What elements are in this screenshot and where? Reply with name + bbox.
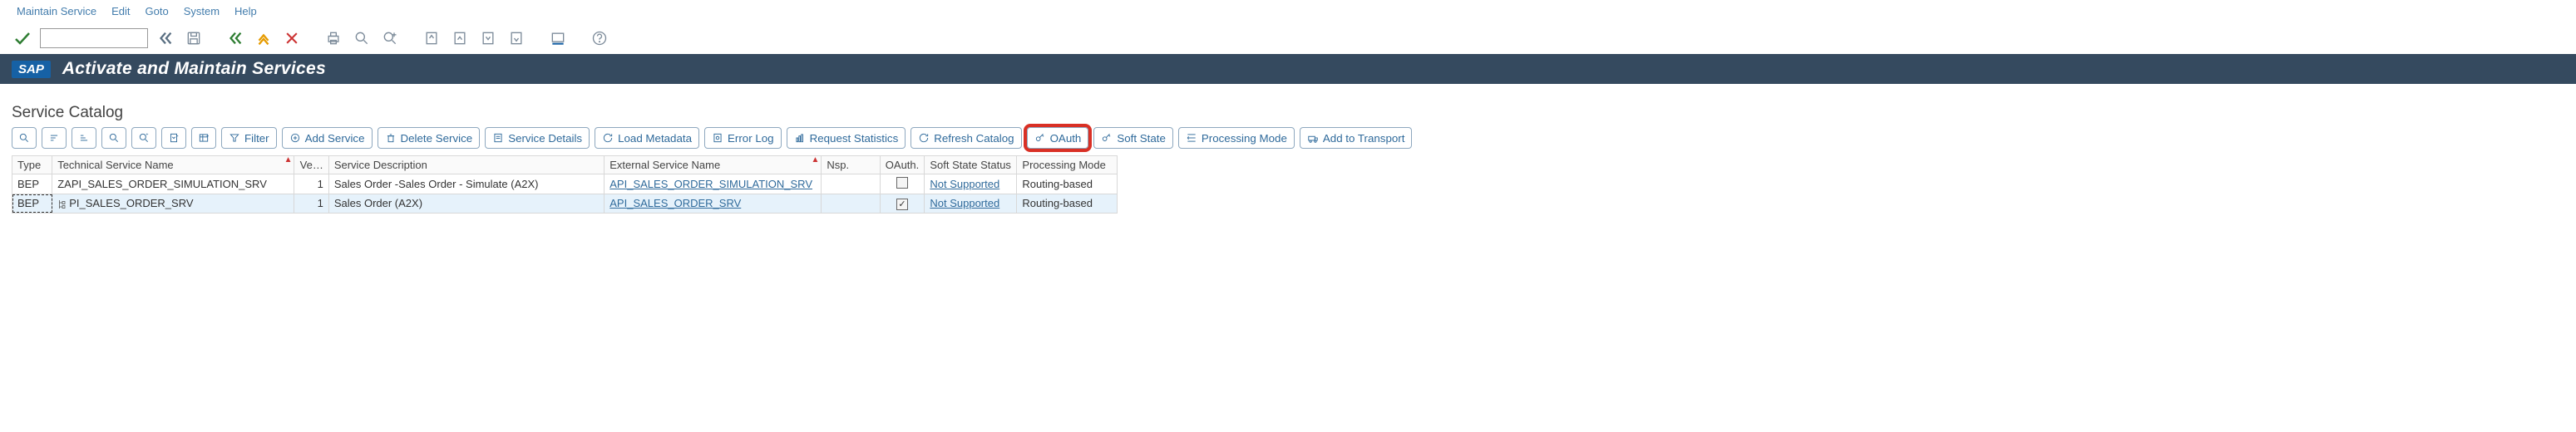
command-input[interactable] — [40, 28, 148, 48]
menu-edit[interactable]: Edit — [111, 5, 130, 17]
menu-maintain-service[interactable]: Maintain Service — [17, 5, 96, 17]
find-next-icon[interactable] — [379, 27, 401, 49]
cell-namespace — [822, 194, 880, 214]
col-oauth[interactable]: OAuth. — [880, 156, 925, 174]
col-soft-state[interactable]: Soft State Status — [925, 156, 1017, 174]
col-namespace[interactable]: Nsp. — [822, 156, 880, 174]
new-session-icon[interactable] — [547, 27, 569, 49]
cancel-icon[interactable] — [281, 27, 303, 49]
section-title: Service Catalog — [12, 104, 2564, 122]
cell-oauth — [880, 174, 925, 194]
cell-version: 1 — [294, 194, 328, 214]
exit-up-icon[interactable] — [253, 27, 274, 49]
next-page-icon[interactable] — [477, 27, 499, 49]
menu-system[interactable]: System — [184, 5, 220, 17]
title-bar: SAP Activate and Maintain Services — [0, 54, 2576, 84]
save-icon[interactable] — [183, 27, 205, 49]
oauth-button[interactable]: OAuth — [1027, 127, 1089, 149]
action-bar: + Filter Add Service Delete Service Serv… — [12, 127, 2564, 149]
delete-service-button[interactable]: Delete Service — [378, 127, 481, 149]
find-next-button[interactable]: + — [131, 127, 156, 149]
col-type[interactable]: Type — [12, 156, 52, 174]
col-tech-name[interactable]: Technical Service Name▲ — [52, 156, 294, 174]
cell-processing-mode: Routing-based — [1017, 194, 1118, 214]
cell-type: BEP — [12, 174, 52, 194]
cell-namespace — [822, 174, 880, 194]
processing-mode-button[interactable]: Processing Mode — [1178, 127, 1295, 149]
col-processing-mode[interactable]: Processing Mode — [1017, 156, 1118, 174]
page-title: Activate and Maintain Services — [62, 59, 326, 79]
add-to-transport-button[interactable]: Add to Transport — [1300, 127, 1413, 149]
menu-bar: Maintain Service Edit Goto System Help — [0, 0, 2576, 22]
cell-tech-name: ZAPI_SALES_ORDER_SIMULATION_SRV — [52, 174, 294, 194]
find-icon[interactable] — [351, 27, 373, 49]
sort-asc-button[interactable] — [42, 127, 67, 149]
menu-help[interactable]: Help — [234, 5, 257, 17]
help-icon[interactable] — [589, 27, 610, 49]
soft-state-link[interactable]: Not Supported — [930, 197, 999, 209]
details-icon-button[interactable] — [12, 127, 37, 149]
export-button[interactable] — [161, 127, 186, 149]
cell-external-name: API_SALES_ORDER_SIMULATION_SRV — [605, 174, 822, 194]
first-page-icon[interactable] — [421, 27, 442, 49]
cell-oauth — [880, 194, 925, 214]
cell-external-name: API_SALES_ORDER_SRV — [605, 194, 822, 214]
external-name-link[interactable]: API_SALES_ORDER_SRV — [609, 197, 741, 209]
table-row[interactable]: BEPZAPI_SALES_ORDER_SIMULATION_SRV1Sales… — [12, 174, 1118, 194]
external-name-link[interactable]: API_SALES_ORDER_SIMULATION_SRV — [609, 178, 812, 190]
soft-state-button[interactable]: Soft State — [1093, 127, 1173, 149]
request-statistics-button[interactable]: Request Statistics — [787, 127, 906, 149]
service-table: Type Technical Service Name▲ Ve… Service… — [12, 155, 1118, 214]
sort-desc-button[interactable] — [72, 127, 96, 149]
filter-button[interactable]: Filter — [221, 127, 277, 149]
cell-description: Sales Order -Sales Order - Simulate (A2X… — [328, 174, 604, 194]
col-version[interactable]: Ve… — [294, 156, 328, 174]
error-log-button[interactable]: Error Log — [704, 127, 782, 149]
cell-processing-mode: Routing-based — [1017, 174, 1118, 194]
svg-text:+: + — [146, 133, 148, 138]
find-button[interactable] — [101, 127, 126, 149]
back-green-icon[interactable] — [225, 27, 246, 49]
cell-type: BEP — [12, 194, 52, 214]
cell-soft-state: Not Supported — [925, 174, 1017, 194]
enter-icon[interactable] — [12, 27, 33, 49]
cell-tech-name: PI_SALES_ORDER_SRV — [52, 194, 294, 214]
oauth-checkbox[interactable] — [896, 177, 908, 189]
load-metadata-button[interactable]: Load Metadata — [595, 127, 699, 149]
table-row[interactable]: BEPPI_SALES_ORDER_SRV1Sales Order (A2X) A… — [12, 194, 1118, 214]
print-icon[interactable] — [323, 27, 344, 49]
cell-description: Sales Order (A2X) — [328, 194, 604, 214]
soft-state-link[interactable]: Not Supported — [930, 178, 999, 190]
oauth-checkbox[interactable] — [896, 199, 908, 210]
app-toolbar — [0, 22, 2576, 54]
col-description[interactable]: Service Description — [328, 156, 604, 174]
sap-logo: SAP — [12, 61, 51, 78]
prev-page-icon[interactable] — [449, 27, 471, 49]
layout-button[interactable] — [191, 127, 216, 149]
refresh-catalog-button[interactable]: Refresh Catalog — [910, 127, 1021, 149]
table-header: Type Technical Service Name▲ Ve… Service… — [12, 156, 1118, 174]
cell-version: 1 — [294, 174, 328, 194]
service-details-button[interactable]: Service Details — [485, 127, 590, 149]
last-page-icon[interactable] — [506, 27, 527, 49]
cell-soft-state: Not Supported — [925, 194, 1017, 214]
back-double-icon[interactable] — [155, 27, 176, 49]
add-service-button[interactable]: Add Service — [282, 127, 373, 149]
col-external-name[interactable]: External Service Name▲ — [605, 156, 822, 174]
menu-goto[interactable]: Goto — [146, 5, 169, 17]
